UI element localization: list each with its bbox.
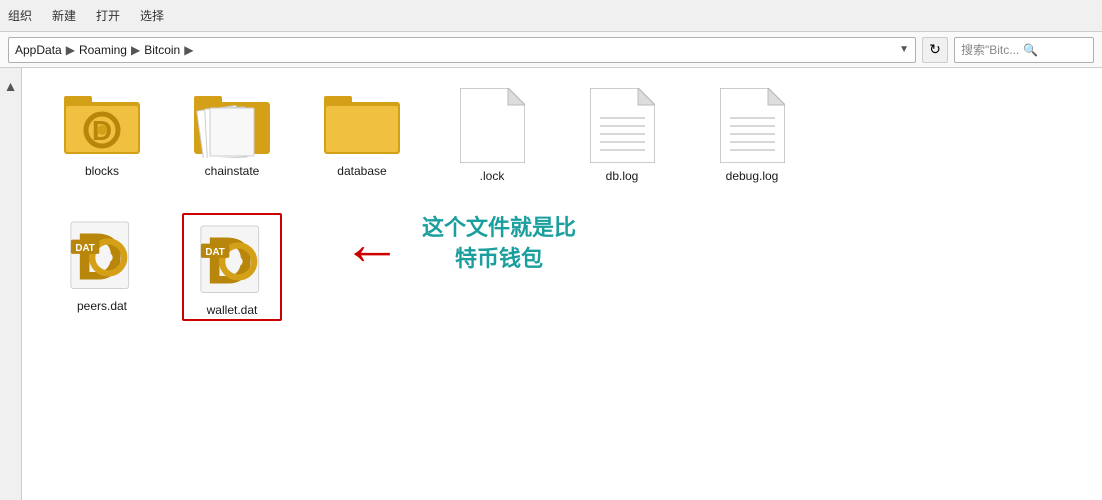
file-row-1: D blocks chainstate bbox=[52, 88, 1072, 183]
annotation-line2: 特币钱包 bbox=[422, 244, 576, 275]
debuglog-file-icon bbox=[720, 88, 785, 163]
database-label: database bbox=[337, 164, 386, 178]
peers-dat-icon: D DAT bbox=[62, 213, 142, 293]
annotation-line1: 这个文件就是比 bbox=[422, 213, 576, 244]
toolbar-select[interactable]: 选择 bbox=[140, 7, 164, 24]
address-bar: AppData ▶ Roaming ▶ Bitcoin ▶ ▼ ↻ 搜索"Bit… bbox=[0, 32, 1102, 68]
chainstate-folder-icon bbox=[192, 88, 272, 158]
dblog-file-icon bbox=[590, 88, 655, 163]
breadcrumb-sep-2: ▶ bbox=[131, 43, 140, 57]
toolbar-new[interactable]: 新建 bbox=[52, 7, 76, 24]
file-item-chainstate[interactable]: chainstate bbox=[182, 88, 282, 178]
svg-text:D: D bbox=[205, 225, 253, 297]
breadcrumb-sep-3: ▶ bbox=[184, 43, 193, 57]
blocks-label: blocks bbox=[85, 164, 119, 178]
debuglog-label: debug.log bbox=[726, 169, 779, 183]
svg-text:DAT: DAT bbox=[205, 247, 224, 258]
annotation-text: 这个文件就是比 特币钱包 bbox=[422, 213, 576, 275]
chainstate-label: chainstate bbox=[205, 164, 260, 178]
search-icon: 🔍 bbox=[1023, 43, 1038, 57]
main-area: ▲ D blocks bbox=[0, 68, 1102, 500]
nav-panel: ▲ bbox=[0, 68, 22, 500]
svg-text:D: D bbox=[75, 221, 123, 293]
search-placeholder-text: 搜索"Bitc... bbox=[961, 41, 1019, 58]
toolbar: 组织 新建 打开 选择 bbox=[0, 0, 1102, 32]
file-item-debuglog[interactable]: debug.log bbox=[702, 88, 802, 183]
file-item-database[interactable]: database bbox=[312, 88, 412, 178]
wallet-dat-icon: D DAT bbox=[192, 217, 272, 297]
blocks-folder-icon: D bbox=[62, 88, 142, 158]
file-item-dblog[interactable]: db.log bbox=[572, 88, 672, 183]
wallet-label: wallet.dat bbox=[207, 303, 258, 317]
file-area: D blocks chainstate bbox=[22, 68, 1102, 500]
dblog-label: db.log bbox=[606, 169, 639, 183]
toolbar-open[interactable]: 打开 bbox=[96, 7, 120, 24]
breadcrumb-dropdown-icon[interactable]: ▼ bbox=[899, 44, 909, 55]
breadcrumb[interactable]: AppData ▶ Roaming ▶ Bitcoin ▶ ▼ bbox=[8, 37, 916, 63]
lock-label: .lock bbox=[480, 169, 505, 183]
breadcrumb-appdata: AppData bbox=[15, 43, 62, 57]
breadcrumb-bitcoin: Bitcoin bbox=[144, 43, 180, 57]
breadcrumb-sep-1: ▶ bbox=[66, 43, 75, 57]
toolbar-organize[interactable]: 组织 bbox=[8, 7, 32, 24]
svg-text:DAT: DAT bbox=[75, 243, 94, 254]
file-row-2: D DAT peers.dat D bbox=[52, 213, 1072, 321]
file-item-lock[interactable]: .lock bbox=[442, 88, 542, 183]
refresh-icon: ↻ bbox=[929, 41, 941, 58]
peers-label: peers.dat bbox=[77, 299, 127, 313]
file-item-wallet[interactable]: D DAT wallet.dat bbox=[182, 213, 282, 321]
file-item-peers[interactable]: D DAT peers.dat bbox=[52, 213, 152, 321]
nav-up-arrow[interactable]: ▲ bbox=[4, 78, 18, 94]
lock-file-icon bbox=[460, 88, 525, 163]
database-folder-icon bbox=[322, 88, 402, 158]
red-arrow-icon: ← bbox=[342, 214, 402, 274]
file-item-blocks[interactable]: D blocks bbox=[52, 88, 152, 178]
dat-files-group: D DAT peers.dat D bbox=[52, 213, 282, 321]
breadcrumb-roaming: Roaming bbox=[79, 43, 127, 57]
refresh-button[interactable]: ↻ bbox=[922, 37, 948, 63]
annotation-group: ← 这个文件就是比 特币钱包 bbox=[342, 213, 576, 275]
search-box[interactable]: 搜索"Bitc... 🔍 bbox=[954, 37, 1094, 63]
